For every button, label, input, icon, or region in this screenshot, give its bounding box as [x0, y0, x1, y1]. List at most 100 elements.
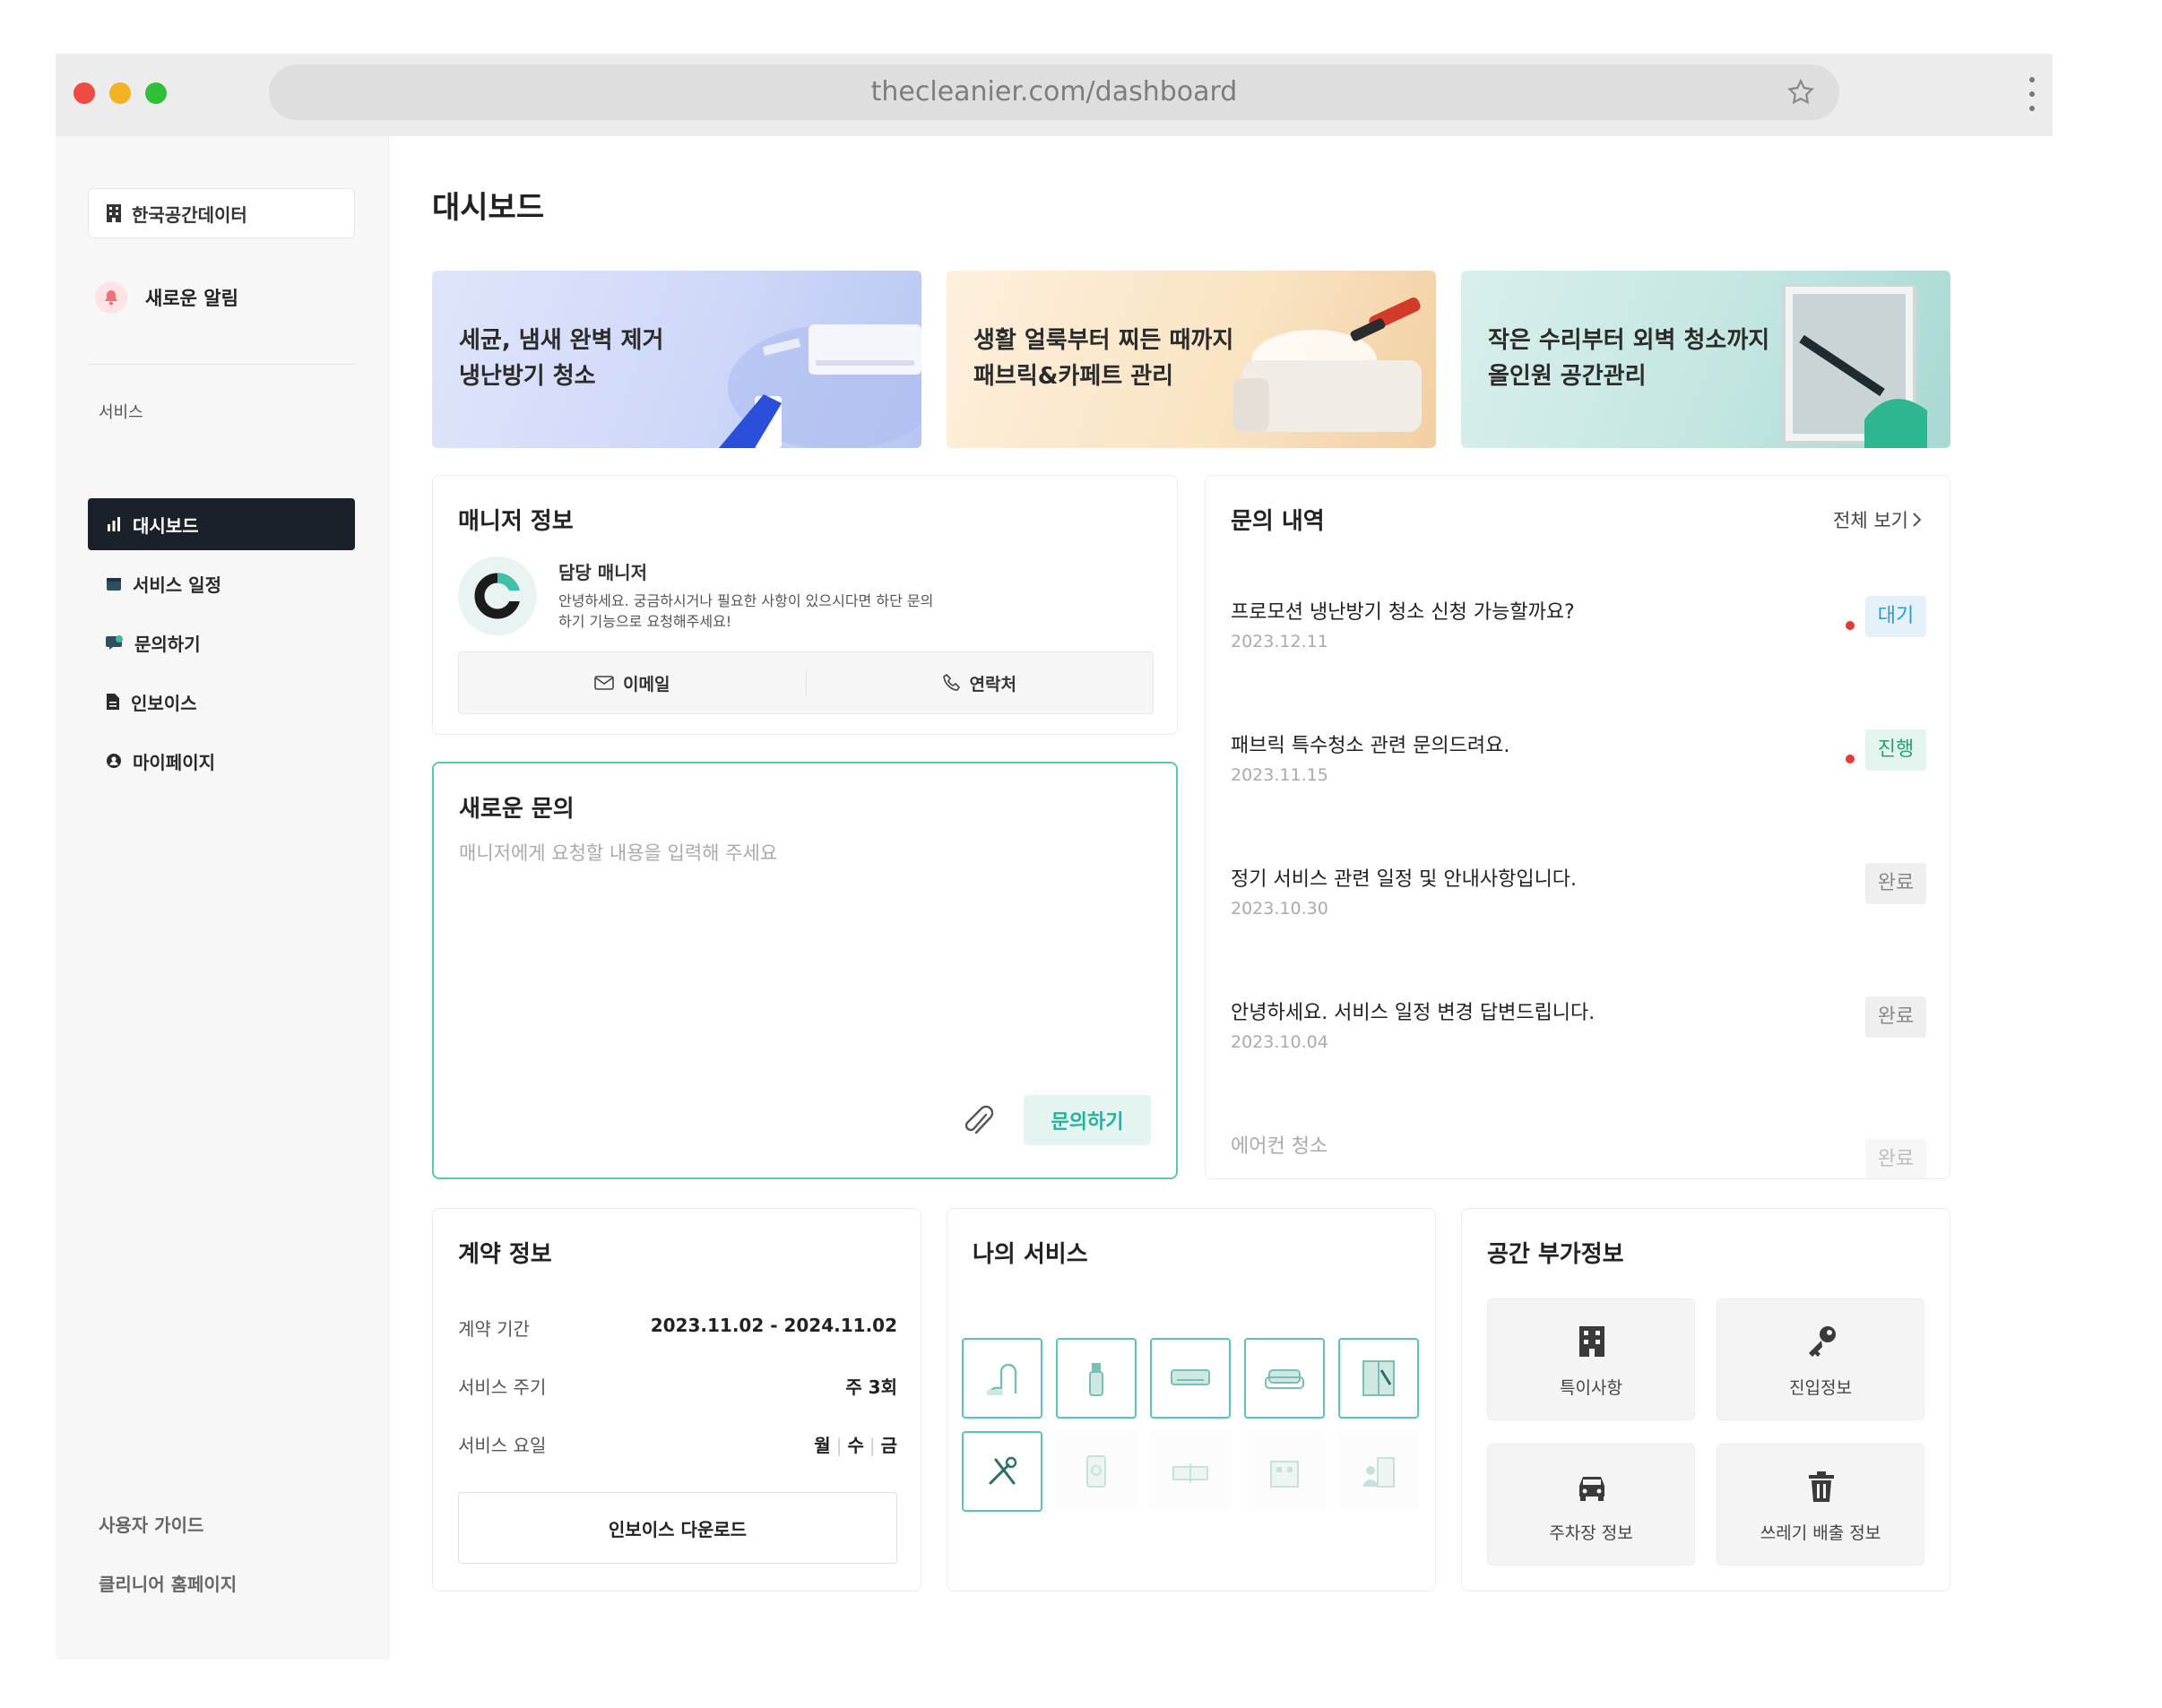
building-exterior-icon [1270, 1461, 1299, 1488]
card-title: 공간 부가정보 [1487, 1241, 1624, 1268]
phone-button[interactable]: 연락처 [807, 652, 1154, 713]
bell-icon [95, 281, 127, 314]
chat-bubble-icon [106, 635, 123, 650]
email-label: 이메일 [623, 674, 670, 694]
document-icon [107, 694, 119, 710]
service-spray[interactable] [1056, 1338, 1137, 1419]
manager-description: 안녕하세요. 궁금하시거나 필요한 사항이 있으시다면 하단 문의하기 기능으로… [558, 592, 934, 630]
card-title: 문의 내역 [1231, 508, 1325, 535]
sidebar-item-label: 대시보드 [133, 514, 199, 537]
new-alert-link[interactable]: 새로운 알림 [95, 281, 238, 314]
inquiry-title: 에어컨 청소 [1231, 1135, 1328, 1158]
browser-window: thecleanier.com/dashboard 한국공간데이터 새로운 알림… [56, 54, 2053, 1660]
inquiry-history-card: 문의 내역 전체 보기 프로모션 냉난방기 청소 신청 가능할까요? 2023.… [1205, 475, 1950, 1179]
service-exterior[interactable] [1244, 1431, 1325, 1512]
browser-menu-icon[interactable] [2028, 77, 2037, 116]
special-notes-tile[interactable]: 특이사항 [1487, 1298, 1695, 1420]
bed-icon [1172, 1463, 1208, 1483]
person-building-icon [1363, 1457, 1395, 1488]
sidebar-item-inquiry[interactable]: 문의하기 [88, 617, 355, 669]
tile-label: 특이사항 [1560, 1378, 1622, 1398]
contract-period-label: 계약 기간 [458, 1318, 530, 1340]
contract-info-card: 계약 정보 계약 기간 2023.11.02 - 2024.11.02 서비스 … [432, 1208, 921, 1592]
service-day: 월 [814, 1435, 831, 1456]
spray-bottle-icon [1089, 1363, 1103, 1396]
address-bar[interactable]: thecleanier.com/dashboard [269, 65, 1839, 120]
banner-text: 세균, 냄새 완벽 제거 냉난방기 청소 [459, 327, 664, 390]
sidebar-item-mypage[interactable]: 마이페이지 [88, 735, 355, 787]
service-sofa[interactable] [1244, 1338, 1325, 1419]
sidebar-item-schedule[interactable]: 서비스 일정 [88, 557, 355, 609]
inquiry-item[interactable]: 정기 서비스 관련 일정 및 안내사항입니다. 2023.10.30 완료 [1231, 863, 1926, 949]
status-badge: 완료 [1865, 996, 1926, 1038]
inquiry-item[interactable]: 프로모션 냉난방기 청소 신청 가능할까요? 2023.12.11 대기 [1231, 596, 1926, 682]
chevron-right-icon [1913, 513, 1922, 527]
sidebar-item-label: 인보이스 [131, 692, 197, 714]
service-days-value: 월 | 수 | 금 [814, 1435, 897, 1456]
contact-buttons: 이메일 연락처 [458, 651, 1154, 714]
sidebar-section-label: 서비스 [99, 403, 143, 422]
maximize-window-button[interactable] [145, 82, 167, 104]
homepage-link[interactable]: 클리니어 홈페이지 [99, 1570, 237, 1596]
organization-selector[interactable]: 한국공간데이터 [88, 188, 355, 238]
status-badge: 대기 [1865, 596, 1926, 637]
key-icon [1809, 1326, 1836, 1357]
invoice-download-button[interactable]: 인보이스 다운로드 [458, 1492, 897, 1564]
inquiry-date: 2023.11.15 [1231, 765, 1328, 785]
repair-tools-icon [989, 1456, 1017, 1485]
paperclip-icon[interactable] [963, 1104, 993, 1138]
service-day: 수 [847, 1435, 864, 1456]
banner-all-in-one[interactable]: 작은 수리부터 외벽 청소까지 올인원 공간관리 [1461, 271, 1950, 448]
tile-label: 진입정보 [1789, 1378, 1852, 1398]
inquiry-item[interactable]: 에어컨 청소 완료 [1231, 1130, 1926, 1178]
alert-label: 새로운 알림 [145, 288, 238, 309]
card-title: 계약 정보 [458, 1241, 552, 1268]
service-aircon[interactable] [1150, 1338, 1231, 1419]
page-title: 대시보드 [432, 190, 545, 226]
service-days-label: 서비스 요일 [458, 1435, 547, 1456]
my-services-card: 나의 서비스 [947, 1208, 1436, 1592]
inquiry-title: 프로모션 냉난방기 청소 신청 가능할까요? [1231, 601, 1575, 624]
url-text: thecleanier.com/dashboard [870, 76, 1238, 108]
browser-toolbar: thecleanier.com/dashboard [56, 54, 2053, 136]
trash-info-tile[interactable]: 쓰레기 배출 정보 [1717, 1444, 1924, 1566]
sidebar-item-dashboard[interactable]: 대시보드 [88, 498, 355, 550]
service-repair[interactable] [962, 1431, 1042, 1512]
service-vacuum[interactable] [962, 1338, 1042, 1419]
inquiry-title: 안녕하세요. 서비스 일정 변경 답변드립니다. [1231, 1002, 1596, 1024]
inquiry-textarea[interactable] [459, 839, 1158, 1063]
unread-dot [1846, 755, 1855, 763]
window-cleaning-illustration [1782, 285, 1927, 448]
inquiry-date: 2023.10.04 [1231, 1032, 1328, 1052]
inquiry-item[interactable]: 패브릭 특수청소 관련 문의드려요. 2023.11.15 진행 [1231, 729, 1926, 815]
banner-fabric-carpet[interactable]: 생활 얼룩부터 찌든 때까지 패브릭&카페트 관리 [947, 271, 1436, 448]
email-button[interactable]: 이메일 [459, 652, 806, 713]
status-badge: 진행 [1865, 729, 1926, 771]
service-staffing[interactable] [1338, 1431, 1419, 1512]
user-guide-link[interactable]: 사용자 가이드 [99, 1511, 203, 1537]
status-badge: 완료 [1865, 1139, 1926, 1178]
sidebar-divider [88, 364, 355, 365]
parking-info-tile[interactable]: 주차장 정보 [1487, 1444, 1695, 1566]
phone-icon [942, 674, 960, 691]
inquiry-date: 2023.12.11 [1231, 632, 1328, 651]
tile-label: 쓰레기 배출 정보 [1760, 1523, 1881, 1543]
sidebar-item-invoice[interactable]: 인보이스 [88, 676, 355, 728]
contract-period-row: 계약 기간 2023.11.02 - 2024.11.02 [458, 1315, 897, 1341]
main-content: 대시보드 세균, 냄새 완벽 제거 냉난방기 청소 생활 얼룩부터 찌든 때까지… [389, 136, 2053, 1660]
view-all-link[interactable]: 전체 보기 [1833, 506, 1924, 533]
minimize-window-button[interactable] [109, 82, 131, 104]
mail-icon [594, 676, 614, 690]
sofa-steam-illustration [1233, 298, 1422, 432]
inquiry-item[interactable]: 안녕하세요. 서비스 일정 변경 답변드립니다. 2023.10.04 완료 [1231, 996, 1926, 1083]
submit-inquiry-button[interactable]: 문의하기 [1024, 1095, 1151, 1145]
entry-info-tile[interactable]: 진입정보 [1717, 1298, 1924, 1420]
bookmark-star-icon[interactable] [1786, 77, 1816, 108]
close-window-button[interactable] [74, 82, 95, 104]
service-window[interactable] [1338, 1338, 1419, 1419]
card-title: 매니저 정보 [458, 508, 574, 535]
service-bed[interactable] [1150, 1431, 1231, 1512]
banner-aircon-cleaning[interactable]: 세균, 냄새 완벽 제거 냉난방기 청소 [432, 271, 921, 448]
sidebar: 한국공간데이터 새로운 알림 서비스 대시보드 서비스 일정 문의하기 인보이스 [56, 136, 389, 1660]
service-air-purifier[interactable] [1056, 1431, 1137, 1512]
